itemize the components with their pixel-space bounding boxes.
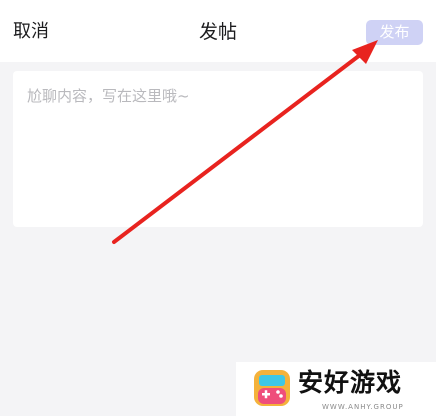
publish-button[interactable]: 发布 (366, 20, 423, 45)
watermark-brand-name: 安好游戏 (298, 368, 403, 397)
watermark-brand-url: WWW.ANHY.GROUP (322, 403, 404, 411)
post-content-input[interactable] (27, 85, 409, 213)
top-bar: 取消 发帖 发布 (0, 0, 436, 62)
cancel-button[interactable]: 取消 (13, 20, 49, 44)
watermark: 安好游戏 WWW.ANHY.GROUP (236, 362, 436, 416)
post-content-card (13, 71, 423, 227)
game-controller-icon (254, 370, 290, 406)
